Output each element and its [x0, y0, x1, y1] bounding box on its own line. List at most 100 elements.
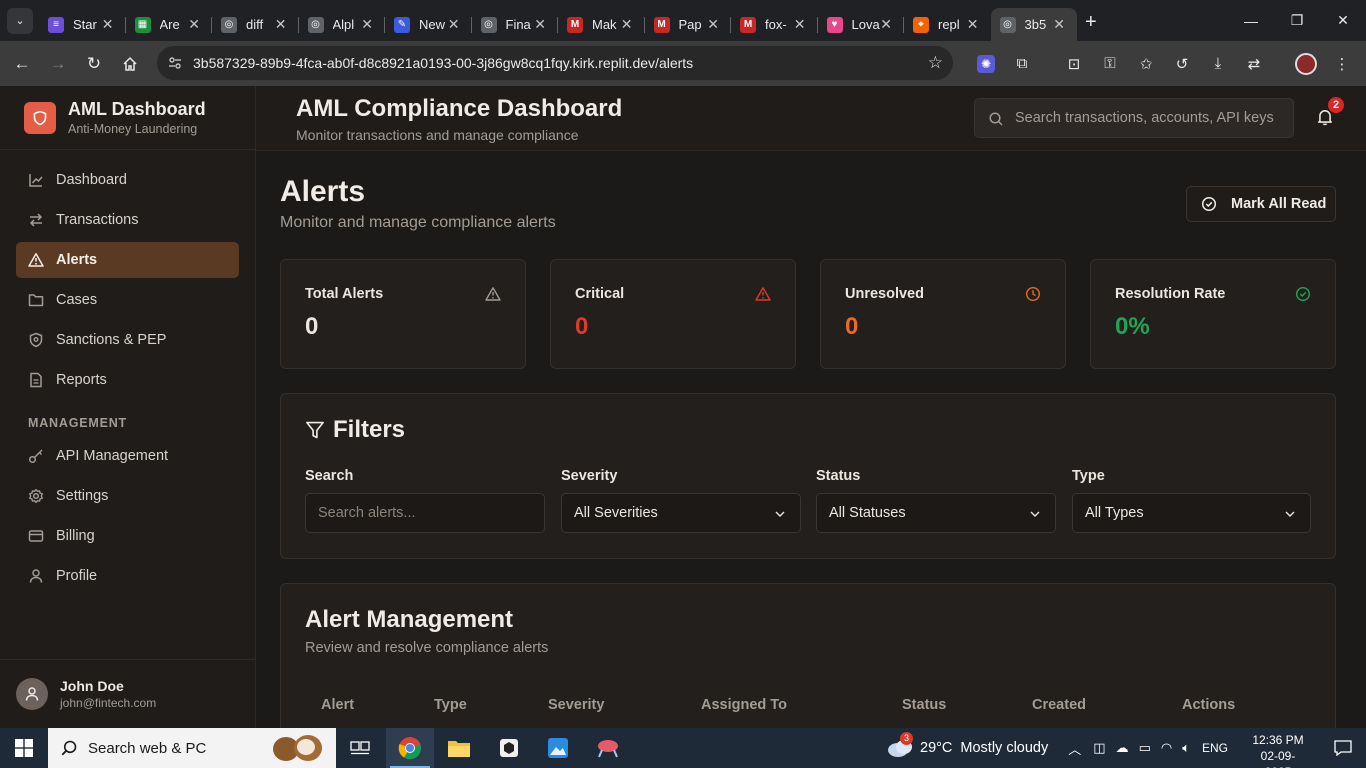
- volume-icon[interactable]: 🔈︎: [1182, 740, 1190, 756]
- type-select[interactable]: All Types: [1072, 493, 1311, 533]
- site-info-icon[interactable]: [167, 55, 183, 71]
- sidebar-item-dashboard[interactable]: Dashboard: [16, 162, 239, 198]
- sidebar-item-cases[interactable]: Cases: [16, 282, 239, 318]
- browser-tab[interactable]: ⌖ repl ✕: [904, 8, 991, 41]
- back-button[interactable]: ←: [4, 46, 40, 82]
- warning-triangle-icon: [485, 286, 501, 302]
- alert-management-title: Alert Management: [305, 606, 514, 633]
- taskbar-app-cube[interactable]: [485, 728, 533, 768]
- address-bar[interactable]: 3b587329-89b9-4fca-ab0f-d8c8921a0193-00-…: [157, 46, 953, 80]
- tab-close-icon[interactable]: ✕: [967, 16, 979, 33]
- extension-icon[interactable]: ✺: [968, 54, 1004, 73]
- tab-close-icon[interactable]: ✕: [880, 16, 892, 33]
- sidebar-item-billing[interactable]: Billing: [16, 518, 239, 554]
- tab-title: New: [419, 17, 446, 32]
- severity-select[interactable]: All Severities: [561, 493, 801, 533]
- taskbar-file-explorer[interactable]: [435, 728, 483, 768]
- tab-close-icon[interactable]: ✕: [448, 16, 460, 33]
- show-hidden-icons-chevron-icon[interactable]: ︿: [1068, 739, 1081, 758]
- favorites-icon[interactable]: ✩: [1128, 55, 1164, 73]
- browser-tab[interactable]: M Pap ✕: [645, 8, 731, 41]
- task-view-button[interactable]: [336, 728, 384, 768]
- avatar: [16, 678, 48, 710]
- browser-tab[interactable]: ◎ 3b5 ✕: [990, 8, 1077, 41]
- tab-favicon-icon: ✎: [394, 16, 410, 33]
- screenshot-icon[interactable]: ⊡: [1056, 55, 1092, 73]
- tab-close-icon[interactable]: ✕: [275, 16, 287, 33]
- browser-tab[interactable]: ▦ Are ✕: [126, 8, 212, 41]
- browser-tab[interactable]: ♥ Lova ✕: [818, 8, 904, 41]
- tab-search-button[interactable]: ⌄: [7, 7, 33, 34]
- browser-tab[interactable]: ◎ diff ✕: [212, 8, 299, 41]
- taskbar-app-photos[interactable]: [534, 728, 582, 768]
- browser-tab[interactable]: ◎ Alpl ✕: [299, 8, 385, 41]
- sidebar-item-profile[interactable]: Profile: [16, 558, 239, 594]
- password-key-icon[interactable]: ⚿: [1092, 55, 1128, 72]
- sidebar-item-settings[interactable]: Settings: [16, 478, 239, 514]
- windows-start-button[interactable]: [0, 728, 48, 768]
- taskbar-app-snipping[interactable]: [584, 728, 632, 768]
- stat-card-total-alerts: Total Alerts 0: [280, 259, 526, 369]
- tab-close-icon[interactable]: ✕: [1053, 16, 1065, 33]
- restore-button[interactable]: ❐: [1274, 0, 1320, 41]
- search-icon: [60, 739, 78, 761]
- extensions-puzzle-icon[interactable]: ⧉: [1004, 55, 1040, 72]
- home-button[interactable]: [112, 46, 148, 82]
- browser-tab[interactable]: ◎ Fina ✕: [472, 8, 558, 41]
- app: AML Dashboard Anti-Money Laundering Dash…: [0, 86, 1366, 728]
- sidebar-item-api-management[interactable]: API Management: [16, 438, 239, 474]
- weather-cloud-icon[interactable]: 3: [886, 732, 916, 760]
- translate-icon[interactable]: ⇄: [1236, 55, 1272, 73]
- sidebar-nav: Dashboard Transactions Alerts Cases Sanc…: [0, 150, 255, 610]
- tab-title: diff: [246, 17, 264, 32]
- tab-title: 3b5: [1024, 17, 1047, 32]
- profile-avatar[interactable]: [1288, 52, 1324, 75]
- wifi-icon[interactable]: ◠: [1161, 740, 1172, 756]
- network-status-icon[interactable]: ☁: [1116, 740, 1129, 756]
- global-search-input[interactable]: Search transactions, accounts, API keys: [974, 98, 1294, 138]
- cube-app-icon: [500, 739, 518, 757]
- header-title: AML Compliance Dashboard: [296, 95, 623, 122]
- mark-all-read-button[interactable]: Mark All Read: [1186, 186, 1336, 222]
- gear-icon: [28, 488, 44, 504]
- new-tab-button[interactable]: +: [1085, 11, 1097, 34]
- close-window-button[interactable]: ✕: [1320, 0, 1366, 41]
- history-icon[interactable]: ↺: [1164, 55, 1200, 73]
- tab-close-icon[interactable]: ✕: [621, 16, 633, 33]
- language-indicator[interactable]: ENG: [1202, 741, 1228, 755]
- bookmark-star-icon[interactable]: ☆: [928, 53, 943, 73]
- browser-tab[interactable]: ✎ New ✕: [385, 8, 472, 41]
- tab-close-icon[interactable]: ✕: [707, 16, 719, 33]
- forward-button[interactable]: →: [40, 46, 76, 82]
- tab-close-icon[interactable]: ✕: [794, 16, 806, 33]
- meet-now-icon[interactable]: ◫: [1093, 740, 1105, 756]
- taskbar-chrome[interactable]: [386, 728, 434, 768]
- taskbar-search-input[interactable]: Search web & PC: [48, 728, 336, 768]
- browser-tab[interactable]: M Mak ✕: [558, 8, 645, 41]
- download-icon[interactable]: ⤓: [1200, 55, 1236, 72]
- sidebar-item-transactions[interactable]: Transactions: [16, 202, 239, 238]
- weather-temperature[interactable]: 29°C: [920, 740, 952, 756]
- taskbar-clock[interactable]: 12:36 PM 02-09-2025: [1248, 732, 1308, 768]
- sidebar-item-sanctions[interactable]: Sanctions & PEP: [16, 322, 239, 358]
- tab-close-icon[interactable]: ✕: [102, 16, 114, 33]
- sidebar-item-reports[interactable]: Reports: [16, 362, 239, 398]
- minimize-button[interactable]: —: [1228, 0, 1274, 41]
- battery-icon[interactable]: ▭: [1139, 740, 1151, 756]
- tab-close-icon[interactable]: ✕: [361, 16, 373, 33]
- notification-center-button[interactable]: [1320, 728, 1366, 768]
- browser-tab[interactable]: ≡ Star ✕: [39, 8, 126, 41]
- top-header: AML Compliance Dashboard Monitor transac…: [256, 86, 1366, 151]
- tab-favicon-icon: ♥: [826, 16, 843, 33]
- filter-search-input[interactable]: Search alerts...: [305, 493, 545, 533]
- column-header-type: Type: [434, 697, 467, 713]
- reload-button[interactable]: ↻: [76, 46, 112, 82]
- browser-menu-icon[interactable]: ⋮: [1324, 55, 1360, 73]
- browser-tab[interactable]: Mfox- ✕: [731, 8, 818, 41]
- weather-description[interactable]: Mostly cloudy: [960, 740, 1048, 756]
- user-profile[interactable]: John Doe john@fintech.com: [0, 659, 255, 728]
- status-select[interactable]: All Statuses: [816, 493, 1056, 533]
- tab-close-icon[interactable]: ✕: [534, 16, 546, 33]
- sidebar-item-alerts[interactable]: Alerts: [16, 242, 239, 278]
- tab-close-icon[interactable]: ✕: [188, 16, 200, 33]
